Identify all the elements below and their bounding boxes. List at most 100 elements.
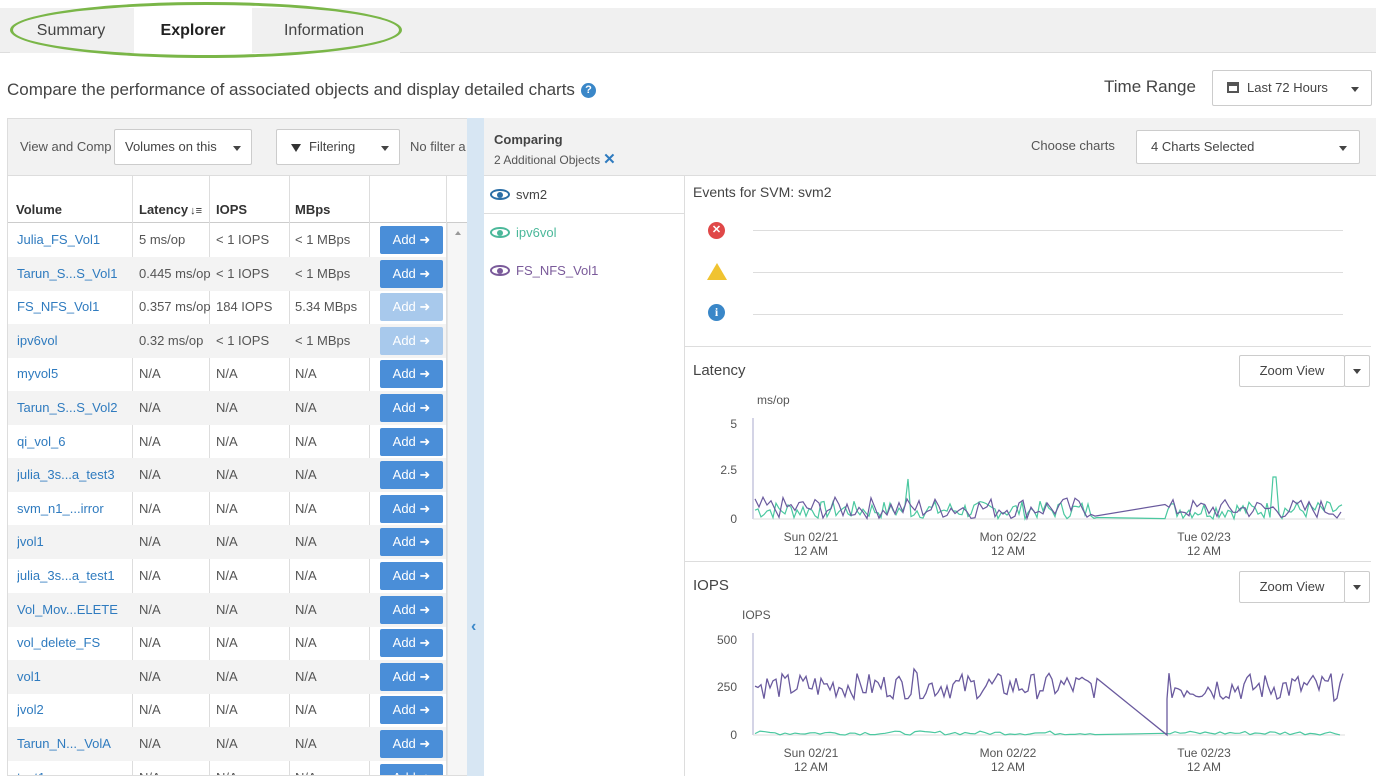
latency-xtick: Tue 02/23 bbox=[1177, 530, 1231, 544]
add-button[interactable]: Add ➜ bbox=[380, 394, 443, 422]
events-panel: Events for SVM: svm2 ✕ i bbox=[685, 176, 1371, 347]
events-title: Events for SVM: svm2 bbox=[693, 184, 832, 200]
time-range-label: Time Range bbox=[1104, 77, 1196, 96]
volume-link[interactable]: Tarun_N..._VolA bbox=[17, 727, 132, 761]
collapse-panel-bar[interactable]: ‹ bbox=[467, 118, 484, 776]
iops-zoom-dropdown[interactable] bbox=[1344, 571, 1370, 603]
eye-icon[interactable] bbox=[490, 265, 510, 276]
column-iops[interactable]: IOPS bbox=[216, 202, 247, 217]
volume-link[interactable]: julia_3s...a_test1 bbox=[17, 559, 132, 593]
volume-link[interactable]: julia_3s...a_test3 bbox=[17, 458, 132, 492]
iops-xtick: 12 AM bbox=[1187, 760, 1221, 774]
table-row: Tarun_N..._VolA N/A N/A N/A Add ➜ bbox=[8, 727, 446, 761]
table-row: Vol_Mov...ELETE N/A N/A N/A Add ➜ bbox=[8, 592, 446, 627]
choose-charts-dropdown[interactable]: 4 Charts Selected bbox=[1136, 130, 1360, 164]
arrow-right-icon: ➜ bbox=[419, 635, 431, 651]
iops-cell: < 1 IOPS bbox=[216, 332, 270, 348]
latency-cell: 5 ms/op bbox=[139, 232, 186, 247]
add-button[interactable]: Add ➜ bbox=[380, 730, 443, 758]
add-label: Add bbox=[392, 500, 416, 516]
tab-information[interactable]: Information bbox=[254, 8, 394, 53]
volume-link[interactable]: vol1 bbox=[17, 660, 132, 694]
filtering-label: Filtering bbox=[309, 139, 356, 154]
iops-series-fs-nfs-vol1 bbox=[754, 667, 1344, 737]
add-button[interactable]: Add ➜ bbox=[380, 528, 443, 557]
latency-zoom-view-button[interactable]: Zoom View bbox=[1239, 355, 1345, 387]
info-icon[interactable]: i bbox=[708, 304, 725, 321]
volume-link[interactable]: Vol_Mov...ELETE bbox=[17, 593, 132, 627]
latency-cell: N/A bbox=[139, 500, 161, 516]
iops-cell: N/A bbox=[216, 433, 238, 449]
error-icon[interactable]: ✕ bbox=[708, 222, 725, 239]
volume-link[interactable]: qi_vol_6 bbox=[17, 425, 132, 459]
volume-link[interactable]: jvol2 bbox=[17, 693, 132, 727]
warning-icon[interactable] bbox=[707, 263, 727, 280]
time-range-dropdown[interactable]: Last 72 Hours bbox=[1212, 70, 1372, 106]
eye-icon[interactable] bbox=[490, 227, 510, 238]
volume-link[interactable]: ipv6vol bbox=[17, 324, 132, 358]
add-button[interactable]: Add ➜ bbox=[380, 226, 443, 254]
volume-link[interactable]: vol_delete_FS bbox=[17, 626, 132, 660]
add-button[interactable]: Add ➜ bbox=[380, 595, 443, 624]
iops-zoom-view-button[interactable]: Zoom View bbox=[1239, 571, 1345, 603]
compare-item-ipv6vol[interactable]: ipv6vol bbox=[484, 214, 685, 252]
table-row: julia_3s...a_test3 N/A N/A N/A Add ➜ bbox=[8, 458, 446, 493]
add-button[interactable]: Add ➜ bbox=[380, 326, 443, 355]
question-circle-icon[interactable]: ? bbox=[580, 83, 596, 99]
latency-zoom-dropdown[interactable] bbox=[1344, 355, 1370, 387]
tab-summary[interactable]: Summary bbox=[10, 8, 132, 53]
add-label: Add bbox=[392, 400, 416, 415]
add-button[interactable]: Add ➜ bbox=[380, 696, 443, 725]
add-button[interactable]: Add ➜ bbox=[380, 293, 443, 322]
column-volume[interactable]: Volume bbox=[16, 202, 62, 217]
chevron-down-icon bbox=[1353, 369, 1361, 374]
latency-xtick: 12 AM bbox=[1187, 544, 1221, 558]
latency-cell: N/A bbox=[139, 568, 161, 583]
arrow-right-icon: ➜ bbox=[419, 668, 431, 684]
chevron-left-icon[interactable]: ‹ bbox=[471, 618, 476, 636]
table-scrollbar[interactable] bbox=[447, 223, 467, 775]
chevron-down-icon bbox=[233, 146, 241, 151]
mbps-cell: < 1 MBps bbox=[295, 332, 351, 348]
no-filter-text: No filter a bbox=[410, 139, 466, 154]
latency-cell: 0.445 ms/op bbox=[139, 265, 211, 281]
compare-item-svm2[interactable]: svm2 bbox=[484, 176, 685, 214]
latency-cell: N/A bbox=[139, 467, 161, 483]
add-button[interactable]: Add ➜ bbox=[380, 494, 443, 523]
add-button[interactable]: Add ➜ bbox=[380, 662, 443, 691]
time-range-value: Last 72 Hours bbox=[1247, 80, 1328, 95]
add-button[interactable]: Add ➜ bbox=[380, 360, 443, 389]
volume-link[interactable]: test1 bbox=[17, 761, 132, 775]
volume-link[interactable]: FS_NFS_Vol1 bbox=[17, 290, 132, 324]
latency-xtick: Mon 02/22 bbox=[980, 530, 1037, 544]
add-button[interactable]: Add ➜ bbox=[380, 763, 443, 775]
volume-link[interactable]: svm_n1_...irror bbox=[17, 492, 132, 526]
column-latency[interactable]: Latency ↓≡ bbox=[139, 202, 202, 217]
volume-link[interactable]: jvol1 bbox=[17, 525, 132, 559]
mbps-cell: N/A bbox=[295, 400, 317, 415]
add-label: Add bbox=[392, 736, 416, 751]
eye-icon[interactable] bbox=[490, 189, 510, 200]
column-mbps[interactable]: MBps bbox=[295, 202, 330, 217]
compare-item-fs-nfs-vol1[interactable]: FS_NFS_Vol1 bbox=[484, 252, 685, 290]
mbps-cell: N/A bbox=[295, 568, 317, 583]
close-icon[interactable]: ✕ bbox=[603, 151, 616, 168]
add-button[interactable]: Add ➜ bbox=[380, 427, 443, 456]
volume-link[interactable]: myvol5 bbox=[17, 357, 132, 391]
volume-link[interactable]: Julia_FS_Vol1 bbox=[17, 223, 132, 257]
tab-explorer[interactable]: Explorer bbox=[134, 8, 252, 53]
add-label: Add bbox=[392, 332, 416, 348]
filtering-button[interactable]: Filtering bbox=[276, 129, 400, 165]
add-button[interactable]: Add ➜ bbox=[380, 259, 443, 288]
view-select-dropdown[interactable]: Volumes on this bbox=[114, 129, 252, 165]
add-button[interactable]: Add ➜ bbox=[380, 461, 443, 490]
table-row: test1 N/A N/A N/A Add ➜ bbox=[8, 761, 446, 775]
volume-link[interactable]: Tarun_S...S_Vol1 bbox=[17, 257, 132, 291]
mbps-cell: N/A bbox=[295, 534, 317, 550]
add-label: Add bbox=[392, 668, 416, 684]
scroll-up-icon[interactable] bbox=[455, 231, 461, 235]
add-label: Add bbox=[392, 433, 416, 449]
add-button[interactable]: Add ➜ bbox=[380, 629, 443, 658]
add-button[interactable]: Add ➜ bbox=[380, 562, 443, 590]
volume-link[interactable]: Tarun_S...S_Vol2 bbox=[17, 391, 132, 425]
